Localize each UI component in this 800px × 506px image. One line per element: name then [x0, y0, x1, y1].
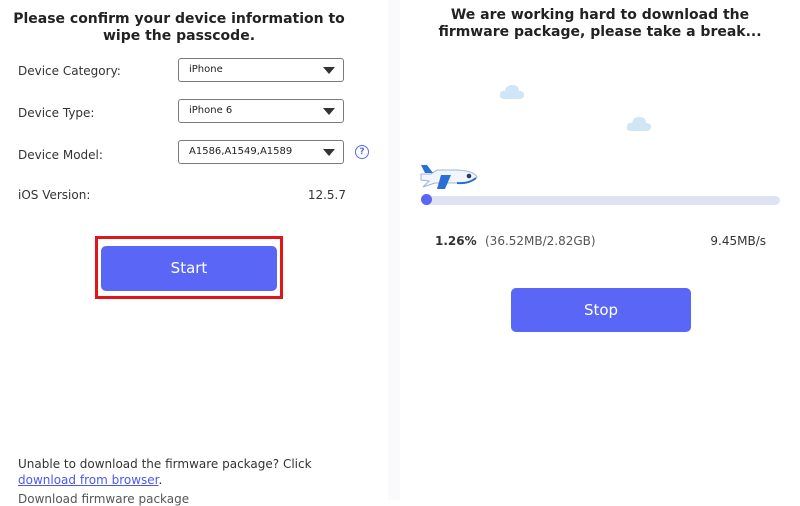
airplane-icon [420, 165, 478, 189]
ios-version-value: 12.5.7 [307, 188, 346, 202]
device-info-panel: Please confirm your device information t… [0, 0, 380, 506]
progress-percent: 1.26% [435, 234, 477, 248]
dropdown-arrow-icon [323, 67, 335, 74]
dropdown-arrow-icon [323, 149, 335, 156]
download-panel: We are working hard to download the firm… [400, 0, 800, 500]
footer-cut-text: Download firmware package [18, 492, 190, 506]
device-category-select[interactable]: iPhone [178, 58, 344, 82]
download-heading: We are working hard to download the firm… [438, 7, 762, 40]
device-type-label: Device Type: [18, 106, 95, 120]
download-from-browser-link[interactable]: download from browser [18, 473, 159, 487]
download-size: (36.52MB/2.82GB) [485, 234, 596, 248]
download-progress-bar [422, 196, 780, 205]
start-button[interactable]: Start [101, 246, 277, 291]
cloud-icon [499, 85, 524, 99]
device-model-label: Device Model: [18, 148, 103, 162]
device-model-select[interactable]: A1586,A1549,A1589 [178, 140, 344, 164]
download-speed: 9.45MB/s [710, 234, 766, 248]
ios-version-label: iOS Version: [18, 188, 91, 202]
cloud-icon [626, 117, 651, 131]
panel-divider [388, 0, 400, 500]
download-help-text: Unable to download the firmware package?… [18, 457, 312, 487]
stop-button[interactable]: Stop [511, 288, 691, 332]
help-icon[interactable]: ? [355, 145, 369, 159]
device-category-label: Device Category: [18, 64, 121, 78]
progress-indicator [421, 194, 432, 205]
device-type-select[interactable]: iPhone 6 [178, 99, 344, 123]
device-info-heading: Please confirm your device information t… [13, 11, 345, 44]
dropdown-arrow-icon [323, 108, 335, 115]
